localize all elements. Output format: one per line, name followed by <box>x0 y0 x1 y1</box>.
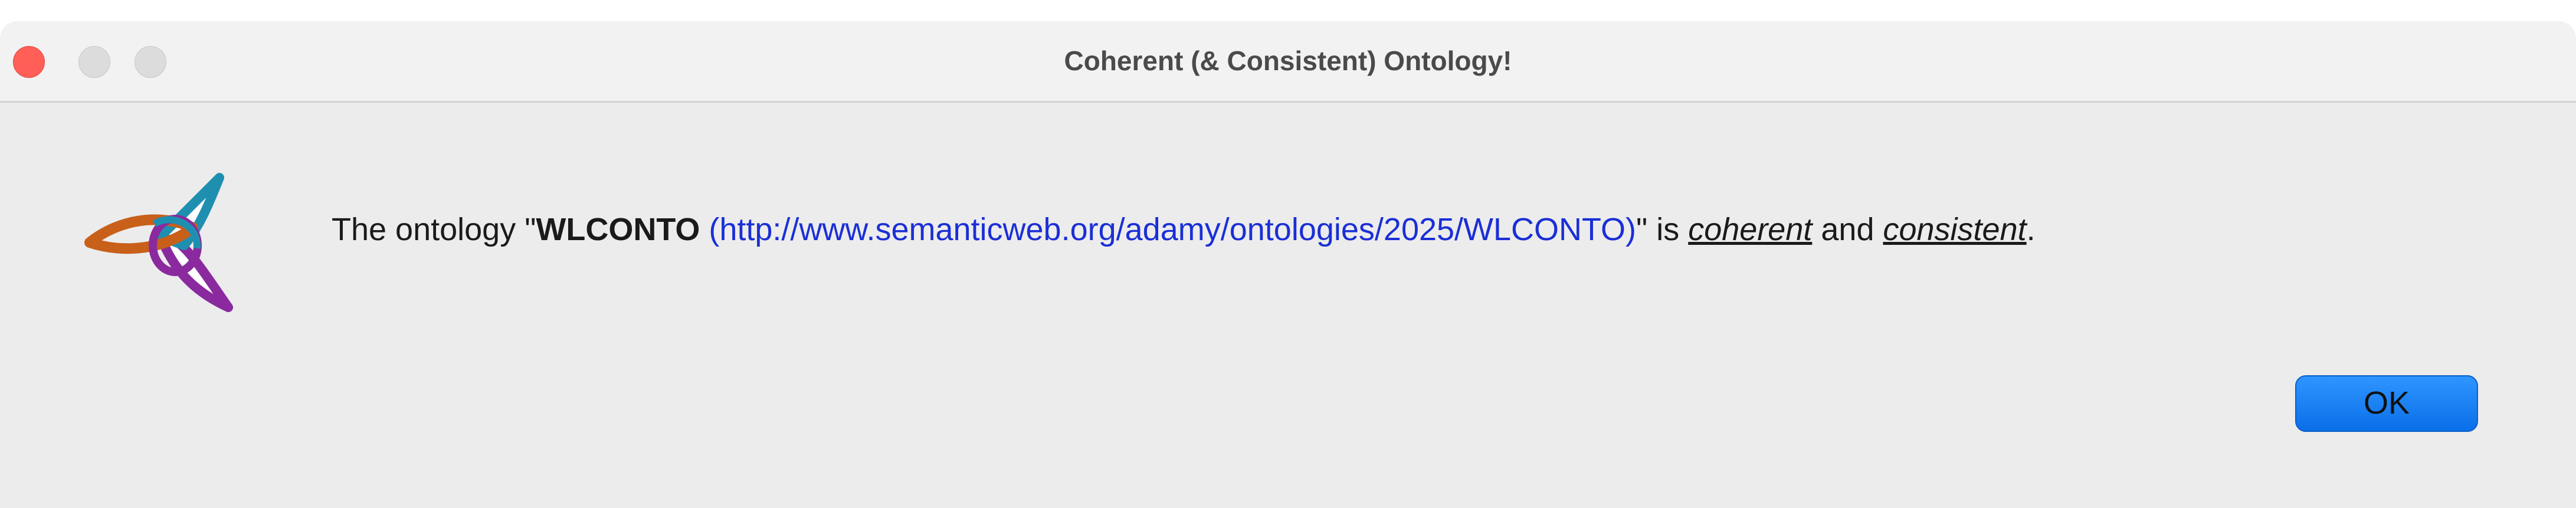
window-title: Coherent (& Consistent) Ontology! <box>1064 45 1512 76</box>
message-prefix: The ontology " <box>332 212 536 247</box>
message-and: and <box>1812 212 1883 247</box>
term-consistent: consistent <box>1883 212 2027 247</box>
message-suffix: . <box>2026 212 2036 247</box>
status-message: The ontology "WLCONTO (http://www.semant… <box>332 206 2036 253</box>
ontology-name: WLCONTO <box>536 212 700 247</box>
message-mid: " is <box>1636 212 1689 247</box>
term-coherent: coherent <box>1688 212 1813 247</box>
dialog-window: Coherent (& Consistent) Ontology! The on… <box>0 21 2576 508</box>
ontology-iri: (http://www.semanticweb.org/adamy/ontolo… <box>709 212 1637 247</box>
title-bar: Coherent (& Consistent) Ontology! <box>0 21 2576 103</box>
message-space <box>700 212 709 247</box>
ok-button[interactable]: OK <box>2295 375 2478 432</box>
protege-logo-icon <box>72 154 249 331</box>
